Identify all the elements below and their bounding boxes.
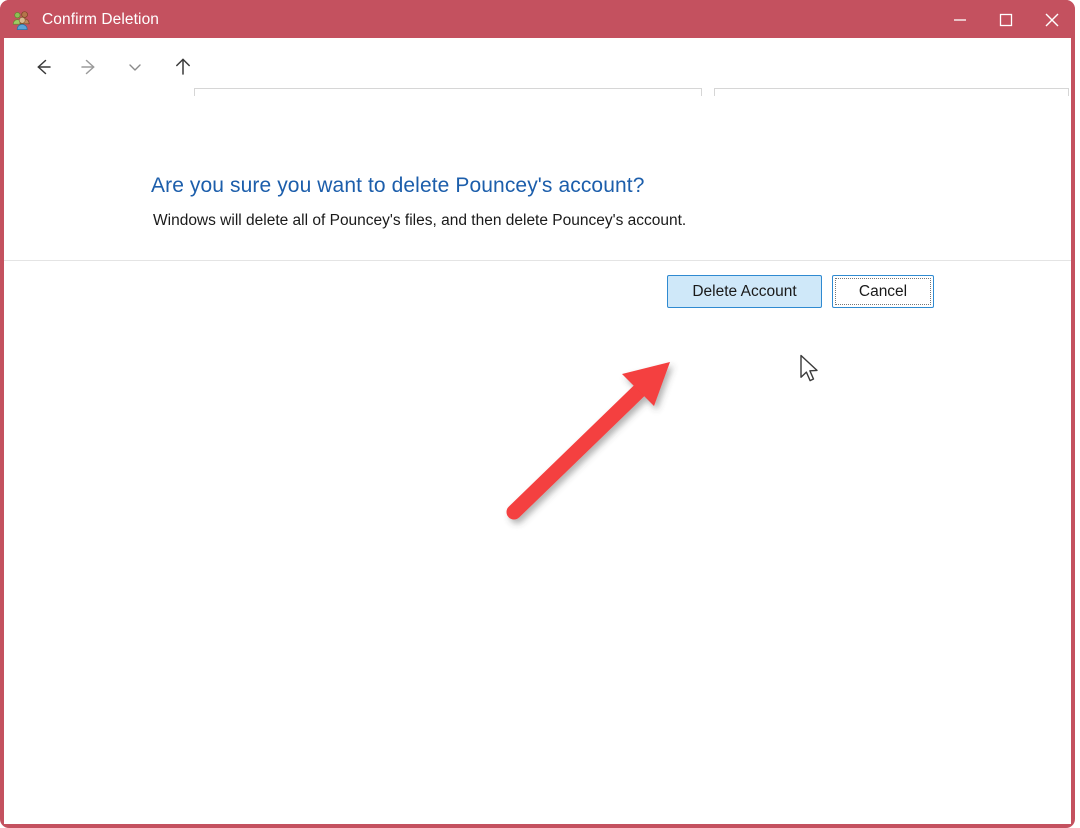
close-button[interactable] <box>1029 0 1075 40</box>
maximize-button[interactable] <box>983 0 1029 40</box>
control-panel-window: Confirm Deletion Search Control Panel Ar… <box>0 0 1075 828</box>
main-content: Are you sure you want to delete Pouncey'… <box>4 96 1071 824</box>
action-button-row: Delete Account Cancel <box>4 275 1071 315</box>
window-controls <box>937 0 1075 40</box>
screen: Confirm Deletion Search Control Panel Ar… <box>0 0 1080 828</box>
window-title: Confirm Deletion <box>42 11 160 28</box>
page-title: Are you sure you want to delete Pouncey'… <box>151 174 645 197</box>
forward-button[interactable] <box>72 50 106 84</box>
page-description: Windows will delete all of Pouncey's fil… <box>153 212 687 229</box>
cancel-button-label: Cancel <box>858 282 908 300</box>
user-accounts-icon <box>12 10 32 30</box>
delete-account-button-label: Delete Account <box>692 282 797 300</box>
title-bar[interactable]: Confirm Deletion <box>0 0 1075 40</box>
chevron-down-icon[interactable] <box>118 50 152 84</box>
up-button[interactable] <box>166 50 200 84</box>
annotation-arrow <box>484 346 714 536</box>
client-area: « Delete Account › Confirm Deletion <box>4 38 1071 824</box>
delete-account-button[interactable]: Delete Account <box>667 275 822 308</box>
back-button[interactable] <box>26 50 60 84</box>
mouse-cursor <box>799 354 821 386</box>
minimize-button[interactable] <box>937 0 983 40</box>
content-divider <box>4 260 1071 261</box>
cancel-button[interactable]: Cancel <box>832 275 934 308</box>
